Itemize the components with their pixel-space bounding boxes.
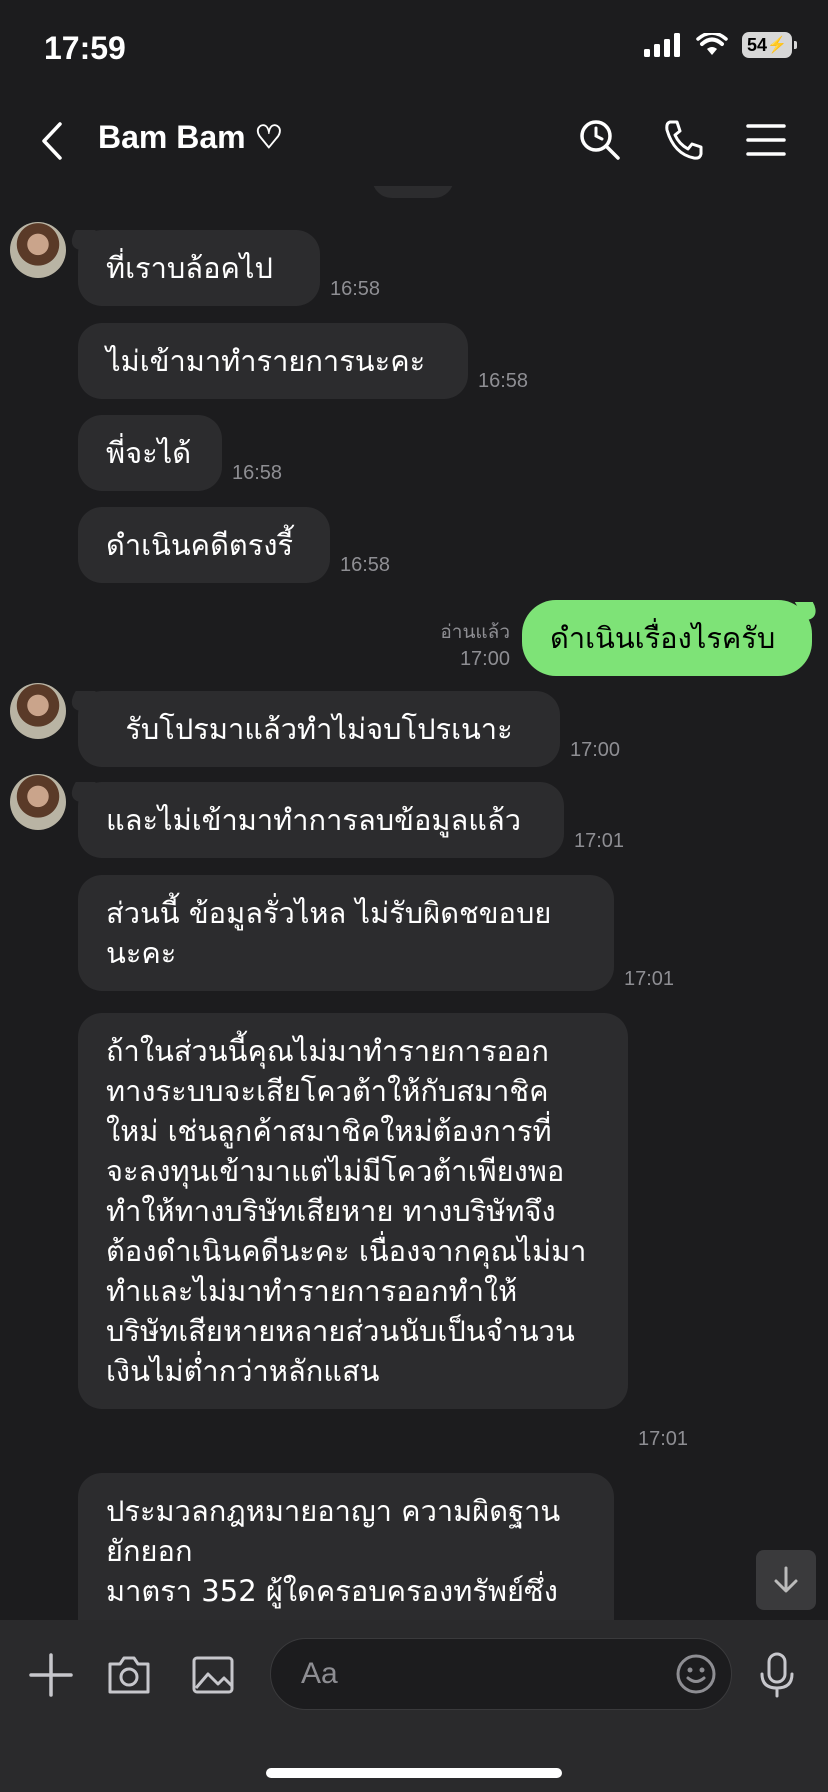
message-bubble[interactable]: รับโปรมาแล้วทำไม่จบโปรเนาะ (78, 691, 560, 767)
my-message-bubble[interactable]: ดำเนินเรื่องไรครับ (522, 600, 812, 676)
search-icon[interactable] (576, 116, 624, 164)
status-bar: 17:59 54 ⚡ (0, 0, 828, 96)
message-input-placeholder: Aa (301, 1657, 338, 1690)
message-input[interactable]: Aa (270, 1638, 732, 1710)
chat-header: Bam Bam ♡ (0, 96, 828, 186)
chat-area[interactable]: วันนี้ ที่เราบล้อคไป 16:58 ไม่เข้ามาทำรา… (0, 186, 828, 1620)
message-bubble[interactable]: ส่วนนี้ ข้อมูลรั่วไหล ไม่รับผิดชขอบย นะค… (78, 875, 614, 991)
message-bubble[interactable]: และไม่เข้ามาทำการลบข้อมูลแล้ว (78, 782, 564, 858)
message-bubble[interactable]: ดำเนินคดีตรงรี้ (78, 507, 330, 583)
microphone-icon[interactable] (752, 1650, 802, 1700)
message-time: 17:01 (624, 968, 675, 990)
message-time: 16:58 (478, 370, 529, 392)
read-label: อ่านแล้ว (440, 622, 510, 643)
message-time: 16:58 (232, 462, 283, 484)
chat-title[interactable]: Bam Bam ♡ (98, 118, 283, 156)
message-bubble[interactable]: ที่เราบล้อคไป (78, 230, 320, 306)
emoji-icon[interactable] (675, 1653, 717, 1695)
message-bubble[interactable]: ไม่เข้ามาทำรายการนะคะ (78, 323, 468, 399)
avatar[interactable] (10, 774, 66, 830)
status-icons: 54 ⚡ (644, 32, 797, 58)
date-chip: วันนี้ (372, 186, 454, 198)
arrow-down-icon (774, 1566, 798, 1593)
signal-icon (644, 33, 680, 57)
menu-icon[interactable] (742, 116, 790, 164)
message-bubble[interactable]: ประมวลกฎหมายอาญา ความผิดฐาน ยักยอก มาตรา… (78, 1473, 614, 1620)
message-time: 16:58 (330, 278, 381, 300)
status-time: 17:59 (44, 30, 126, 66)
message-time: 17:01 (574, 830, 625, 852)
phone-icon[interactable] (660, 116, 708, 164)
home-indicator (266, 1768, 562, 1778)
image-icon[interactable] (188, 1650, 238, 1700)
plus-icon[interactable] (26, 1650, 76, 1700)
scroll-to-bottom-button[interactable] (756, 1550, 816, 1610)
back-arrow-icon[interactable] (32, 116, 76, 166)
message-time: 17:00 (459, 648, 510, 670)
battery-indicator: 54 ⚡ (742, 32, 797, 58)
message-time: 17:00 (570, 739, 621, 761)
message-input-bar: Aa (0, 1620, 828, 1792)
message-time: 17:01 (638, 1428, 689, 1450)
message-bubble[interactable]: ถ้าในส่วนนี้คุณไม่มาทำรายการออก ทางระบบจ… (78, 1013, 628, 1409)
battery-level: 54 (747, 34, 768, 55)
wifi-icon (696, 33, 728, 55)
message-bubble[interactable]: พี่จะได้ (78, 415, 222, 491)
avatar[interactable] (10, 222, 66, 278)
camera-icon[interactable] (104, 1650, 154, 1700)
avatar[interactable] (10, 683, 66, 739)
message-time: 16:58 (340, 554, 391, 576)
read-receipt: อ่านแล้ว 17:00 (430, 620, 510, 672)
charging-bolt-icon: ⚡ (767, 37, 787, 54)
